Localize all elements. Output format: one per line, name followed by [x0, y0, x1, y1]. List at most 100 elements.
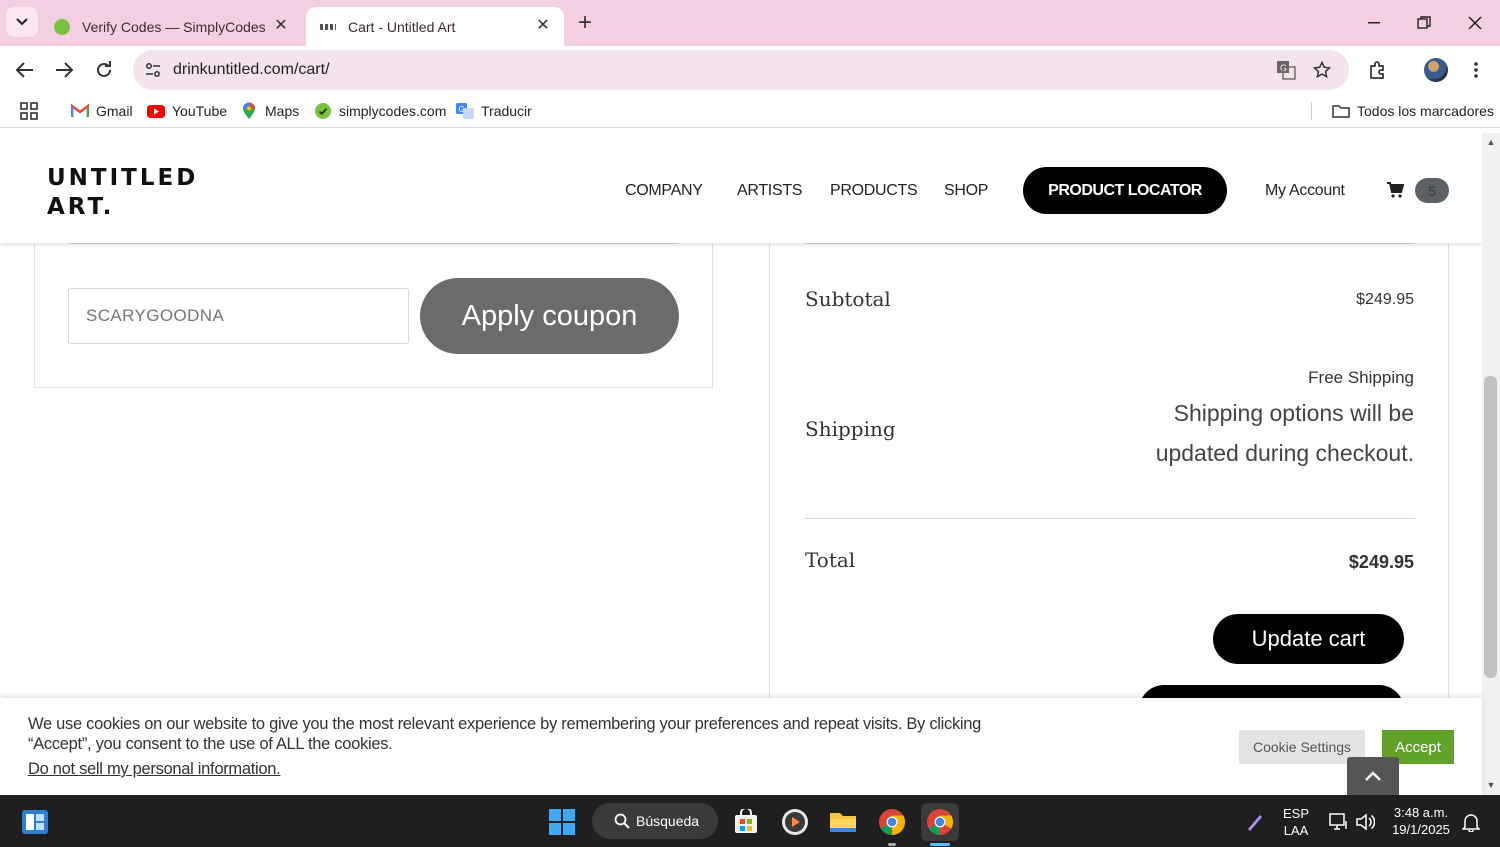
divider	[804, 518, 1415, 519]
volume-button[interactable]	[1346, 803, 1384, 841]
nav-company[interactable]: COMPANY	[625, 182, 703, 200]
chrome-app[interactable]	[873, 803, 911, 841]
simplycodes-icon	[54, 18, 70, 35]
folder-icon	[1332, 103, 1350, 119]
bookmark-label: YouTube	[172, 103, 228, 119]
chrome-app-active[interactable]	[921, 803, 959, 841]
reload-button[interactable]	[89, 55, 119, 85]
bookmark-gmail[interactable]: Gmail	[71, 100, 133, 122]
pen-icon	[1248, 815, 1262, 831]
start-button[interactable]	[543, 803, 581, 841]
scroll-up-icon[interactable]: ▲	[1486, 137, 1496, 147]
scroll-down-icon[interactable]: ▼	[1486, 780, 1496, 790]
web-page: UNTITLED ART. COMPANY ARTISTS PRODUCTS S…	[0, 133, 1482, 795]
bookmark-maps[interactable]: Maps	[240, 100, 299, 122]
cart-icon[interactable]	[1386, 181, 1405, 199]
back-button[interactable]	[10, 55, 40, 85]
site-info-icon[interactable]	[141, 58, 165, 82]
search-label: Búsqueda	[636, 813, 700, 829]
running-indicator	[888, 843, 896, 846]
store-app[interactable]	[727, 803, 765, 841]
puzzle-icon	[1370, 61, 1384, 79]
cart-count-badge[interactable]: 5	[1415, 178, 1449, 203]
bookmark-label: Traducir	[481, 103, 532, 119]
language-indicator[interactable]: ESP LAA	[1280, 805, 1312, 839]
update-cart-button[interactable]: Update cart	[1213, 614, 1404, 664]
shipping-label: Shipping	[805, 417, 896, 441]
all-bookmarks-folder[interactable]: Todos los marcadores	[1332, 100, 1494, 122]
tab-simplycodes[interactable]: Verify Codes — SimplyCodes ✕	[40, 7, 302, 46]
youtube-icon	[147, 103, 165, 119]
restore-button[interactable]	[1402, 8, 1446, 38]
maps-icon	[240, 102, 258, 119]
chrome-icon	[927, 809, 954, 836]
notifications-button[interactable]	[1452, 803, 1490, 841]
apps-button[interactable]	[20, 100, 38, 122]
kebab-menu-icon	[1474, 62, 1478, 78]
shipping-note: Shipping options will be updated during …	[1155, 400, 1414, 466]
simplycodes-icon	[314, 103, 332, 119]
nav-my-account[interactable]: My Account	[1265, 182, 1345, 200]
arrow-left-icon	[16, 62, 33, 78]
file-explorer-app[interactable]	[824, 803, 862, 841]
tab-cart[interactable]: Cart - Untitled Art ✕	[306, 7, 564, 46]
browser-menu-button[interactable]	[1461, 55, 1491, 85]
close-tab-icon[interactable]: ✕	[534, 16, 552, 34]
cookie-banner: We use cookies on our website to give yo…	[0, 698, 1482, 795]
volume-icon	[1356, 813, 1375, 831]
tab-title: Verify Codes — SimplyCodes	[82, 18, 266, 35]
media-player-app[interactable]	[776, 803, 814, 841]
bookmark-youtube[interactable]: YouTube	[147, 100, 227, 122]
minimize-button[interactable]	[1352, 8, 1396, 38]
close-window-button[interactable]	[1453, 8, 1497, 38]
active-indicator	[930, 843, 950, 846]
tab-search-button[interactable]	[6, 7, 38, 37]
tab-strip: Verify Codes — SimplyCodes ✕ Cart - Unti…	[0, 0, 1500, 46]
new-tab-button[interactable]: +	[572, 9, 598, 36]
address-bar[interactable]: drinkuntitled.com/cart/ G	[133, 50, 1349, 90]
clock-time: 3:48 a.m.	[1393, 805, 1449, 820]
site-logo[interactable]: UNTITLED ART.	[47, 164, 198, 222]
forward-button[interactable]	[49, 55, 79, 85]
coupon-code-input[interactable]	[68, 288, 409, 344]
windows-taskbar: Búsqueda ESP LAA 3:48 a.m. 19/1/2025	[0, 795, 1500, 847]
clock[interactable]: 3:48 a.m. 19/1/2025	[1388, 804, 1454, 838]
bookmarks-bar: Gmail YouTube Maps simplycodes.com G Tra…	[0, 94, 1500, 128]
nav-artists[interactable]: ARTISTS	[737, 182, 802, 200]
windows-logo-icon	[549, 809, 575, 835]
widgets-button[interactable]	[16, 803, 54, 841]
cookie-message: We use cookies on our website to give yo…	[28, 715, 982, 753]
close-tab-icon[interactable]: ✕	[272, 16, 290, 34]
url-text[interactable]: drinkuntitled.com/cart/	[173, 61, 330, 79]
apps-grid-icon	[20, 102, 38, 120]
total-value: $249.95	[1348, 552, 1414, 572]
page-scrollbar[interactable]: ▲ ▼	[1482, 133, 1500, 795]
clock-date: 19/1/2025	[1392, 822, 1450, 837]
taskbar-search[interactable]: Búsqueda	[592, 803, 718, 839]
scrollbar-thumb[interactable]	[1484, 376, 1497, 678]
divider	[68, 243, 679, 244]
bookmark-traducir[interactable]: G Traducir	[456, 100, 532, 122]
translate-page-icon[interactable]: G	[1274, 59, 1298, 81]
pen-menu-button[interactable]	[1236, 803, 1274, 841]
back-to-top-button[interactable]	[1347, 757, 1399, 795]
bookmark-simplycodes[interactable]: simplycodes.com	[314, 100, 446, 122]
bookmark-label: Maps	[265, 103, 300, 119]
nav-shop[interactable]: SHOP	[944, 182, 988, 200]
bookmark-star-icon[interactable]	[1310, 59, 1334, 81]
subtotal-value: $249.95	[1356, 291, 1414, 308]
profile-avatar[interactable]	[1424, 58, 1448, 82]
restore-icon	[1417, 16, 1431, 29]
extensions-button[interactable]	[1363, 55, 1393, 85]
divider	[804, 243, 1415, 244]
nav-products[interactable]: PRODUCTS	[830, 182, 918, 200]
media-player-icon	[782, 809, 808, 835]
bell-icon	[1462, 814, 1480, 832]
apply-coupon-button[interactable]: Apply coupon	[420, 278, 679, 354]
do-not-sell-link[interactable]: Do not sell my personal information.	[28, 760, 281, 779]
untitled-art-favicon	[320, 23, 336, 30]
product-locator-button[interactable]: PRODUCT LOCATOR	[1023, 167, 1227, 214]
total-label: Total	[805, 548, 856, 572]
folder-icon	[830, 813, 856, 832]
site-header: UNTITLED ART. COMPANY ARTISTS PRODUCTS S…	[0, 133, 1482, 243]
